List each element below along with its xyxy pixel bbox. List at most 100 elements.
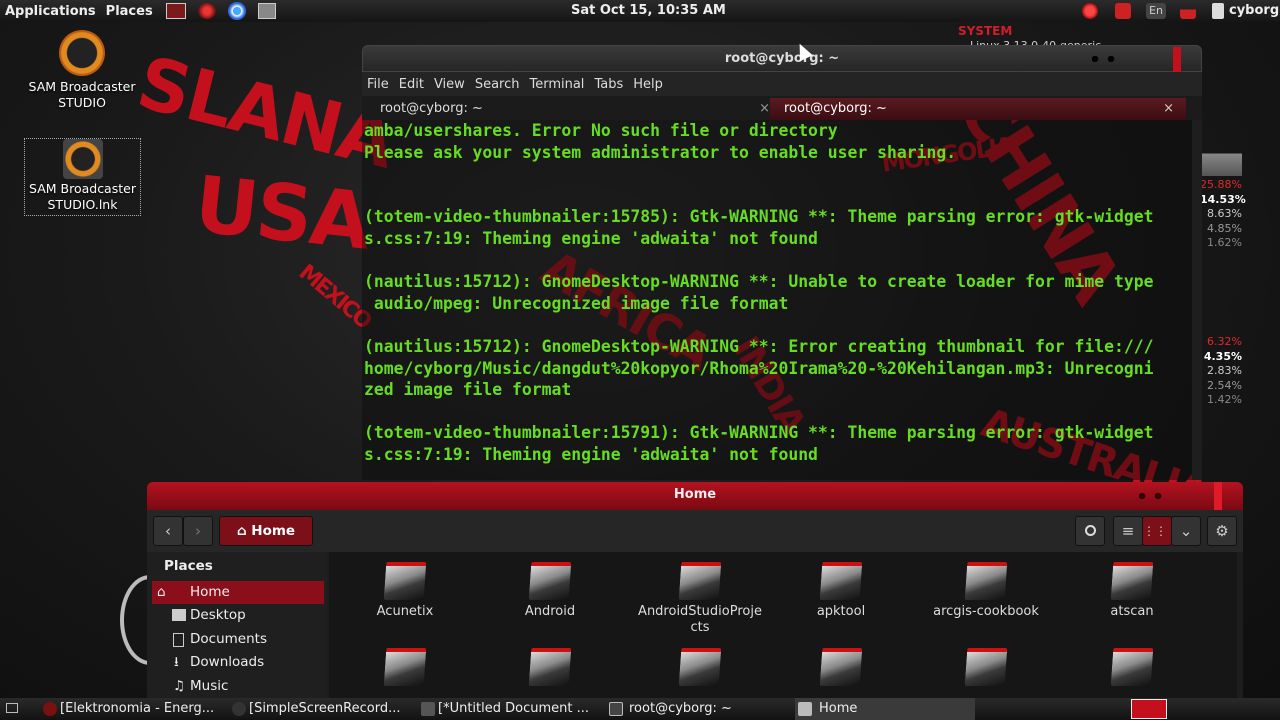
sidebar-item-desktop[interactable]: Desktop <box>152 604 324 627</box>
download-icon: ⭳ <box>174 654 179 670</box>
network-icon[interactable] <box>1180 3 1196 19</box>
terminal-titlebar[interactable]: root@cyborg: ~ <box>362 45 1202 73</box>
user-menu[interactable]: cyborg <box>1229 3 1279 18</box>
keyboard-layout-indicator[interactable]: En <box>1146 3 1166 19</box>
folder-item[interactable] <box>630 638 770 690</box>
clock[interactable]: Sat Oct 15, 10:35 AM <box>571 3 726 18</box>
window-buttons[interactable] <box>1139 493 1163 499</box>
fm-icon-view[interactable]: Acunetix Android AndroidStudioProjects a… <box>329 552 1237 698</box>
applications-menu[interactable]: Applications <box>0 4 101 19</box>
close-icon[interactable] <box>1173 47 1181 73</box>
menu-file[interactable]: File <box>362 77 394 92</box>
launcher-browser-icon[interactable] <box>197 3 216 19</box>
taskbar-item-recorder[interactable]: [SimpleScreenRecord... <box>229 698 409 720</box>
sidebar-item-home[interactable]: ⌂ Home <box>152 581 324 604</box>
terminal-icon <box>609 702 623 716</box>
folder-item[interactable] <box>335 638 475 690</box>
terminal-title: root@cyborg: ~ <box>724 51 840 66</box>
task-label: root@cyborg: ~ <box>629 701 732 716</box>
sidebar-item-label: Documents <box>190 631 267 647</box>
launcher-editor-icon[interactable] <box>257 3 276 19</box>
fm-title: Home <box>673 487 717 502</box>
mail-icon[interactable] <box>1115 3 1131 19</box>
show-desktop-icon[interactable] <box>6 703 18 713</box>
folder-item[interactable]: atscan <box>1062 552 1202 620</box>
folder-icon <box>383 562 427 600</box>
tab-close-icon[interactable]: × <box>1163 98 1174 120</box>
list-view-button[interactable]: ≡ <box>1113 516 1143 546</box>
menu-view[interactable]: View <box>429 77 470 92</box>
task-label: [SimpleScreenRecord... <box>249 701 401 716</box>
terminal-tabbar: root@cyborg: ~ × root@cyborg: ~ × <box>362 96 1202 120</box>
terminal-window[interactable]: root@cyborg: ~ File Edit View Search Ter… <box>362 45 1202 480</box>
location-label: Home <box>251 523 296 539</box>
messaging-icon[interactable] <box>1212 3 1224 19</box>
folder-icon <box>798 702 812 716</box>
gear-icon: ⚙ <box>1215 522 1229 540</box>
folder-item[interactable]: arcgis-cookbook <box>916 552 1056 620</box>
desktop-icon-sam-lnk[interactable]: SAM Broadcaster STUDIO.lnk <box>24 138 141 216</box>
settings-button[interactable]: ⚙ <box>1207 516 1237 546</box>
menu-edit[interactable]: Edit <box>394 77 429 92</box>
close-icon[interactable] <box>1214 482 1222 510</box>
menu-search[interactable]: Search <box>470 77 525 92</box>
folder-icon <box>819 648 863 686</box>
document-icon <box>173 633 184 647</box>
task-label: [Elektronomia - Energ... <box>60 701 215 716</box>
taskbar-item-home[interactable]: Home <box>795 698 975 720</box>
folder-item[interactable] <box>1062 638 1202 690</box>
terminal-output[interactable]: amba/usershares. Error No such file or d… <box>362 120 1192 480</box>
conky-cpu-value: 1.62% <box>1207 236 1242 249</box>
music-icon: ♫ <box>173 678 186 694</box>
folder-icon <box>964 562 1008 600</box>
folder-item[interactable]: apktool <box>771 552 911 620</box>
sidebar-item-documents[interactable]: Documents <box>152 628 324 651</box>
menu-tabs[interactable]: Tabs <box>589 77 628 92</box>
terminal-scrollbar[interactable] <box>1192 120 1202 480</box>
wallpaper-word: SLANA <box>129 40 402 185</box>
conky-cpu-value: 8.63% <box>1207 207 1242 220</box>
taskbar-item-terminal[interactable]: root@cyborg: ~ <box>606 698 786 720</box>
folder-item[interactable] <box>771 638 911 690</box>
fm-titlebar[interactable]: Home <box>147 482 1243 510</box>
bottom-panel: [Elektronomia - Energ... [SimpleScreenRe… <box>0 698 1280 720</box>
forward-button[interactable]: › <box>183 516 213 546</box>
sidebar-item-downloads[interactable]: ⭳ Downloads <box>152 651 324 674</box>
workspace-switcher[interactable] <box>1131 699 1167 719</box>
window-buttons[interactable] <box>1092 56 1116 62</box>
folder-item[interactable] <box>480 638 620 690</box>
folder-item[interactable] <box>916 638 1056 690</box>
folder-item[interactable]: AndroidStudioProjects <box>625 552 775 636</box>
launcher-files-icon[interactable] <box>165 3 186 19</box>
folder-icon <box>172 609 186 621</box>
desktop-icon-label: SAM Broadcaster STUDIO.lnk <box>29 181 136 212</box>
fm-toolbar: ‹ › ⌂ Home ≡ ⋮⋮⋮ ⌄ ⚙ <box>147 510 1243 552</box>
taskbar-item-editor[interactable]: [*Untitled Document ... <box>418 698 598 720</box>
record-icon[interactable] <box>1082 3 1098 19</box>
terminal-tab-2[interactable]: root@cyborg: ~ × <box>770 98 1186 120</box>
places-menu[interactable]: Places <box>101 4 158 19</box>
sidebar-item-label: Home <box>190 584 230 600</box>
back-button[interactable]: ‹ <box>153 516 183 546</box>
launcher-chrome-icon[interactable] <box>227 2 246 20</box>
menu-help[interactable]: Help <box>628 77 668 92</box>
view-options-button[interactable]: ⌄ <box>1171 516 1201 546</box>
folder-item[interactable]: Android <box>480 552 620 620</box>
file-manager-window[interactable]: Home ‹ › ⌂ Home ≡ ⋮⋮⋮ ⌄ ⚙ Places ⌂ Home D… <box>147 482 1243 698</box>
folder-label: Android <box>524 604 576 619</box>
sidebar-item-music[interactable]: ♫ Music <box>152 675 324 698</box>
tab-close-icon[interactable]: × <box>759 98 770 120</box>
desktop-icon-sam[interactable]: SAM Broadcaster STUDIO <box>23 30 141 111</box>
grid-view-button[interactable]: ⋮⋮⋮ <box>1142 516 1179 546</box>
folder-icon <box>528 562 572 600</box>
conky-mem-value: 6.32% <box>1207 335 1242 348</box>
search-icon <box>1084 525 1096 536</box>
menu-terminal[interactable]: Terminal <box>524 77 589 92</box>
folder-item[interactable]: Acunetix <box>335 552 475 620</box>
location-home-button[interactable]: ⌂ Home <box>219 516 313 546</box>
home-icon: ⌂ <box>236 523 247 539</box>
search-button[interactable] <box>1075 516 1105 546</box>
folder-label: apktool <box>816 604 866 619</box>
terminal-tab-1[interactable]: root@cyborg: ~ × <box>366 98 774 120</box>
taskbar-item-player[interactable]: [Elektronomia - Energ... <box>40 698 220 720</box>
